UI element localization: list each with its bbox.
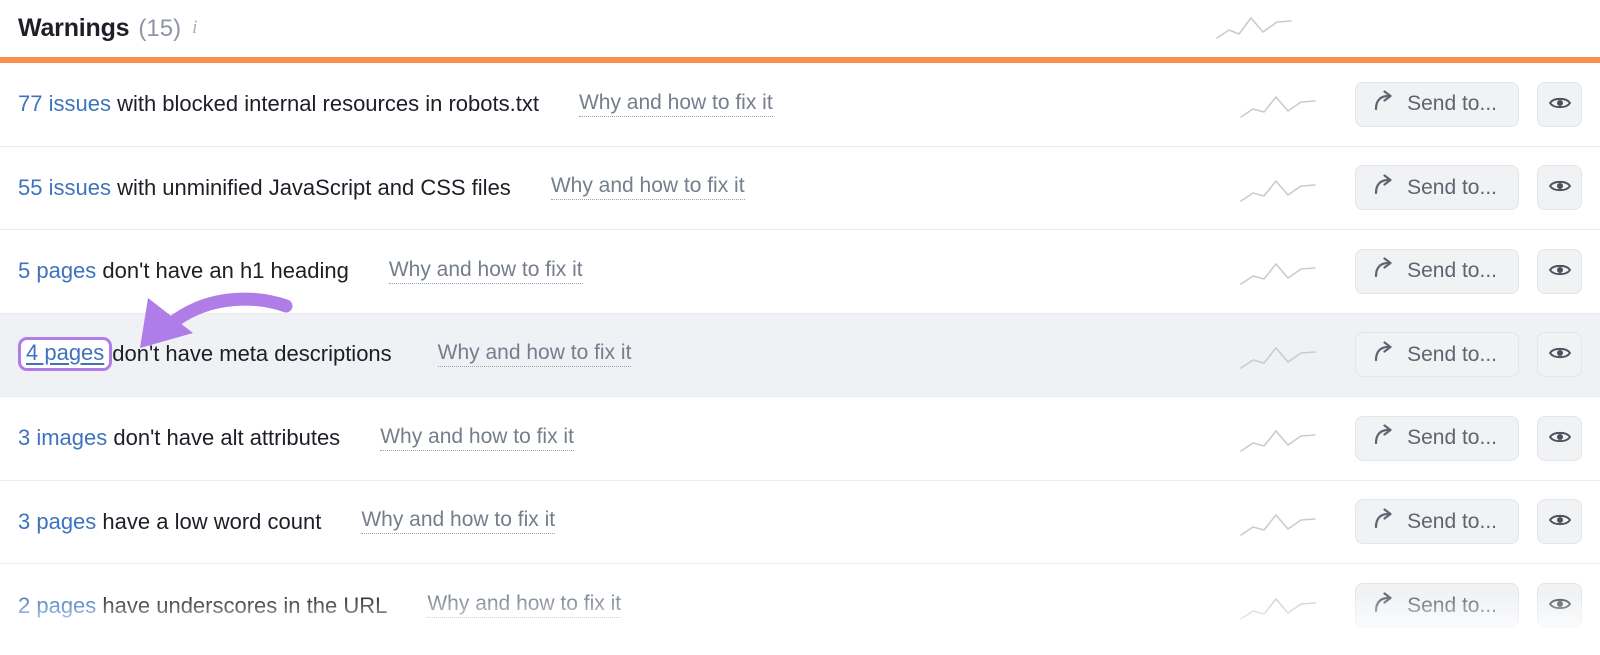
trend-sparkline-icon [1239,588,1317,624]
why-and-how-to-fix-it-link[interactable]: Why and how to fix it [361,509,556,535]
panel-header: Warnings (15) i [0,0,1600,57]
eye-icon [1548,91,1572,118]
preview-button[interactable] [1537,81,1582,127]
why-and-how-to-fix-it-link[interactable]: Why and how to fix it [388,259,583,284]
table-row[interactable]: 5 pages don't have an h1 heading Why and … [0,230,1600,314]
table-row[interactable]: 55 issues with unminified JavaScript and… [0,146,1600,230]
preview-button[interactable] [1537,248,1582,294]
send-to-label: Send to... [1407,509,1497,533]
issue-count-link[interactable]: 4 pages [18,336,113,371]
send-to-label: Send to... [1407,342,1497,366]
header-title-group: Warnings (15) i [18,14,197,43]
preview-button[interactable] [1537,499,1582,545]
table-row[interactable]: 3 pages have a low word count Why and how… [0,480,1600,564]
trend-sparkline-icon [1239,504,1317,540]
info-icon[interactable]: i [192,18,197,37]
issue-count-link[interactable]: 3 images [18,425,107,450]
why-and-how-to-fix-it-link[interactable]: Why and how to fix it [437,342,632,368]
issue-text: 2 pages have underscores in the URL [18,592,388,618]
trend-sparkline-icon [1239,170,1317,206]
warnings-count: (15) [138,15,182,42]
share-arrow-icon [1373,592,1395,620]
send-to-button[interactable]: Send to... [1355,415,1519,461]
preview-button[interactable] [1537,165,1582,211]
send-to-label: Send to... [1407,92,1497,116]
preview-button[interactable] [1537,415,1582,461]
issue-text: 5 pages don't have an h1 heading [18,260,349,282]
send-to-button[interactable]: Send to... [1355,332,1519,378]
row-actions: Send to... [1239,63,1600,146]
table-row[interactable]: 2 pages have underscores in the URL Why a… [0,564,1600,648]
table-row[interactable]: 4 pages don't have meta descriptions Why a… [0,313,1600,397]
table-row[interactable]: 3 images don't have alt attributes Why an… [0,397,1600,481]
eye-icon [1548,592,1572,619]
send-to-label: Send to... [1407,593,1497,617]
share-arrow-icon [1373,257,1395,285]
header-sparkline-icon [1215,8,1295,47]
eye-icon [1548,174,1572,201]
table-row[interactable]: 77 issues with blocked internal resource… [0,63,1600,147]
send-to-button[interactable]: Send to... [1355,583,1519,629]
share-arrow-icon [1373,508,1395,536]
why-and-how-to-fix-it-link[interactable]: Why and how to fix it [550,175,745,201]
share-arrow-icon [1373,341,1395,369]
issue-list: 77 issues with blocked internal resource… [0,63,1600,648]
eye-icon [1548,508,1572,535]
issue-description: with unminified JavaScript and CSS files [110,174,511,200]
issue-text: 55 issues with unminified JavaScript and… [18,174,511,200]
send-to-label: Send to... [1407,175,1497,199]
row-actions: Send to... [1239,564,1600,648]
row-actions: Send to... [1239,481,1600,564]
send-to-label: Send to... [1407,426,1497,450]
trend-sparkline-icon [1239,337,1317,373]
trend-sparkline-icon [1239,86,1317,122]
send-to-button[interactable]: Send to... [1355,81,1519,127]
issue-text: 4 pages don't have meta descriptions [18,336,392,372]
send-to-button[interactable]: Send to... [1355,165,1519,211]
warnings-panel: Warnings (15) i 77 issues with blocked i… [0,0,1600,655]
issue-count-link[interactable]: 55 issues [18,175,111,200]
row-actions: Send to... [1239,230,1600,313]
trend-sparkline-icon [1239,420,1317,456]
send-to-button[interactable]: Send to... [1355,499,1519,545]
issue-text: 77 issues with blocked internal resource… [18,93,539,115]
issue-count-link[interactable]: 77 issues [18,91,111,116]
preview-button[interactable] [1537,583,1582,629]
why-and-how-to-fix-it-link[interactable]: Why and how to fix it [380,426,574,451]
issue-count-link[interactable]: 5 pages [18,258,96,283]
trend-sparkline-icon [1239,253,1317,289]
preview-button[interactable] [1537,332,1582,378]
issue-count-link[interactable]: 3 pages [18,509,96,534]
row-actions: Send to... [1239,314,1600,397]
send-to-button[interactable]: Send to... [1355,248,1519,294]
send-to-label: Send to... [1407,259,1497,283]
issue-description: don't have an h1 heading [96,258,349,284]
row-actions: Send to... [1239,147,1600,230]
issue-description: have a low word count [96,508,322,534]
eye-icon [1548,258,1572,285]
row-actions: Send to... [1239,397,1600,480]
issue-count-link[interactable]: 2 pages [18,593,96,618]
share-arrow-icon [1373,174,1395,202]
page-title: Warnings [18,14,130,42]
issue-text: 3 images don't have alt attributes [18,427,340,449]
why-and-how-to-fix-it-link[interactable]: Why and how to fix it [427,593,622,619]
share-arrow-icon [1373,90,1395,118]
share-arrow-icon [1373,424,1395,452]
issue-text: 3 pages have a low word count [18,508,322,534]
why-and-how-to-fix-it-link[interactable]: Why and how to fix it [578,92,773,117]
eye-icon [1548,425,1572,452]
issue-description: with blocked internal resources in robot… [110,91,539,117]
issue-description: don't have alt attributes [107,425,341,451]
issue-description: have underscores in the URL [96,592,388,618]
issue-description: don't have meta descriptions [112,340,392,366]
eye-icon [1548,341,1572,368]
